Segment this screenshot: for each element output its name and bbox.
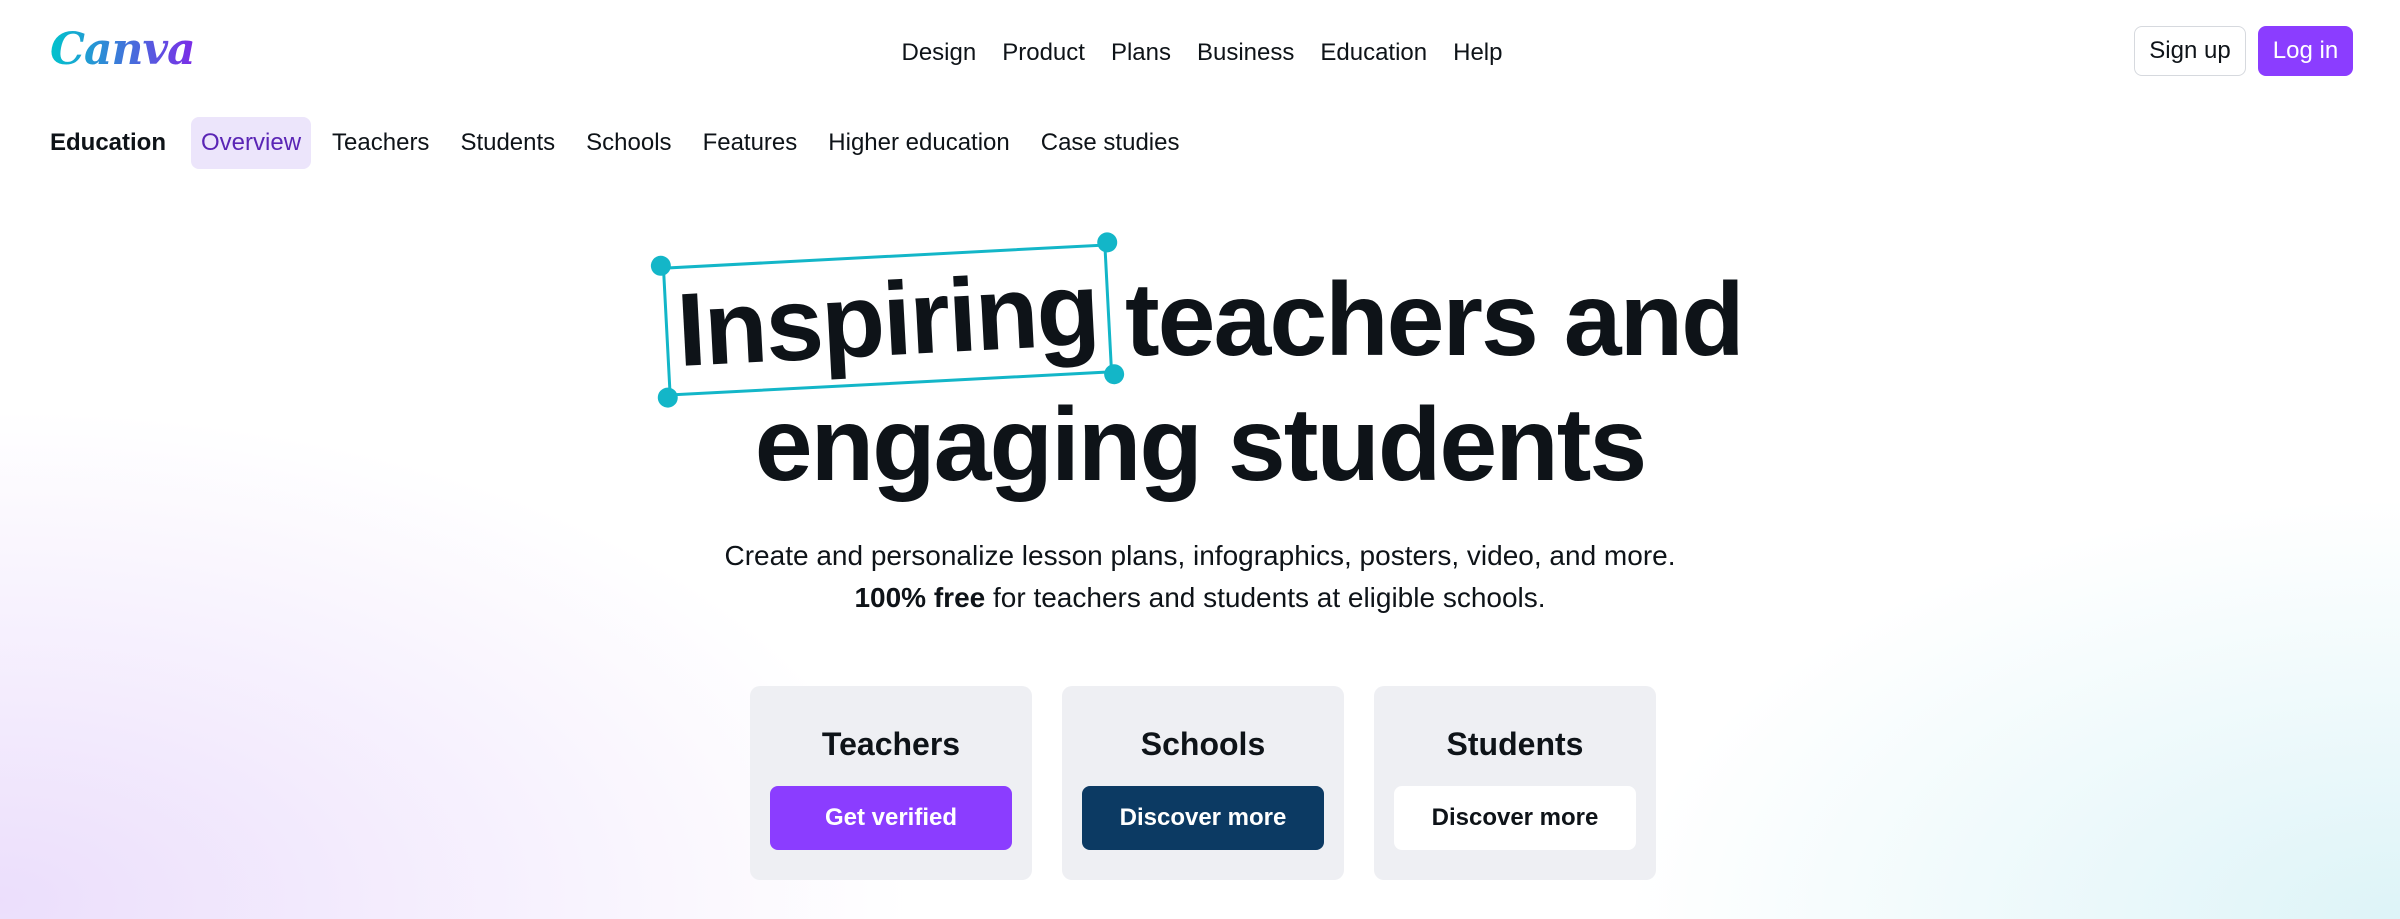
education-subnav: Education Overview Teachers Students Sch… — [50, 117, 1200, 169]
hero-highlight-word: Inspiring — [674, 250, 1101, 389]
hero-title-line2: engaging students — [754, 387, 1647, 503]
hero-highlight-frame: Inspiring — [650, 231, 1125, 409]
login-button[interactable]: Log in — [2258, 26, 2353, 76]
hero-subtitle-line2-rest: for teachers and students at eligible sc… — [985, 582, 1546, 613]
subnav-item-features[interactable]: Features — [693, 117, 808, 169]
hero-subtitle: Create and personalize lesson plans, inf… — [0, 535, 2400, 619]
subnav-item-higher-education[interactable]: Higher education — [818, 117, 1019, 169]
nav-help[interactable]: Help — [1440, 28, 1515, 78]
subnav-item-case-studies[interactable]: Case studies — [1031, 117, 1190, 169]
subnav-item-students[interactable]: Students — [450, 117, 565, 169]
card-title: Schools — [1140, 726, 1266, 762]
nav-business[interactable]: Business — [1184, 28, 1307, 78]
subnav-item-overview[interactable]: Overview — [191, 117, 312, 169]
card-teachers: Teachers Get verified — [750, 686, 1032, 880]
get-verified-button[interactable]: Get verified — [770, 786, 1012, 850]
signup-button[interactable]: Sign up — [2134, 26, 2246, 76]
hero-subtitle-line1: Create and personalize lesson plans, inf… — [724, 540, 1676, 571]
students-discover-more-button[interactable]: Discover more — [1394, 786, 1636, 850]
subnav-item-schools[interactable]: Schools — [576, 117, 681, 169]
nav-design[interactable]: Design — [889, 28, 990, 78]
main-nav: Design Product Plans Business Education … — [0, 28, 2400, 78]
hero-title-line1: teachers and — [1125, 262, 1745, 378]
free-highlight: 100% free — [854, 582, 986, 613]
card-schools: Schools Discover more — [1062, 686, 1344, 880]
card-title: Students — [1446, 726, 1584, 762]
nav-education[interactable]: Education — [1307, 28, 1440, 78]
card-students: Students Discover more — [1374, 686, 1656, 880]
subnav-section-label: Education — [50, 129, 167, 156]
nav-product[interactable]: Product — [989, 28, 1098, 78]
card-title: Teachers — [821, 726, 961, 762]
subnav-item-teachers[interactable]: Teachers — [322, 117, 439, 169]
nav-plans[interactable]: Plans — [1098, 28, 1184, 78]
hero-subtitle-line2: 100% free for teachers and students at e… — [0, 577, 2400, 619]
schools-discover-more-button[interactable]: Discover more — [1082, 786, 1324, 850]
